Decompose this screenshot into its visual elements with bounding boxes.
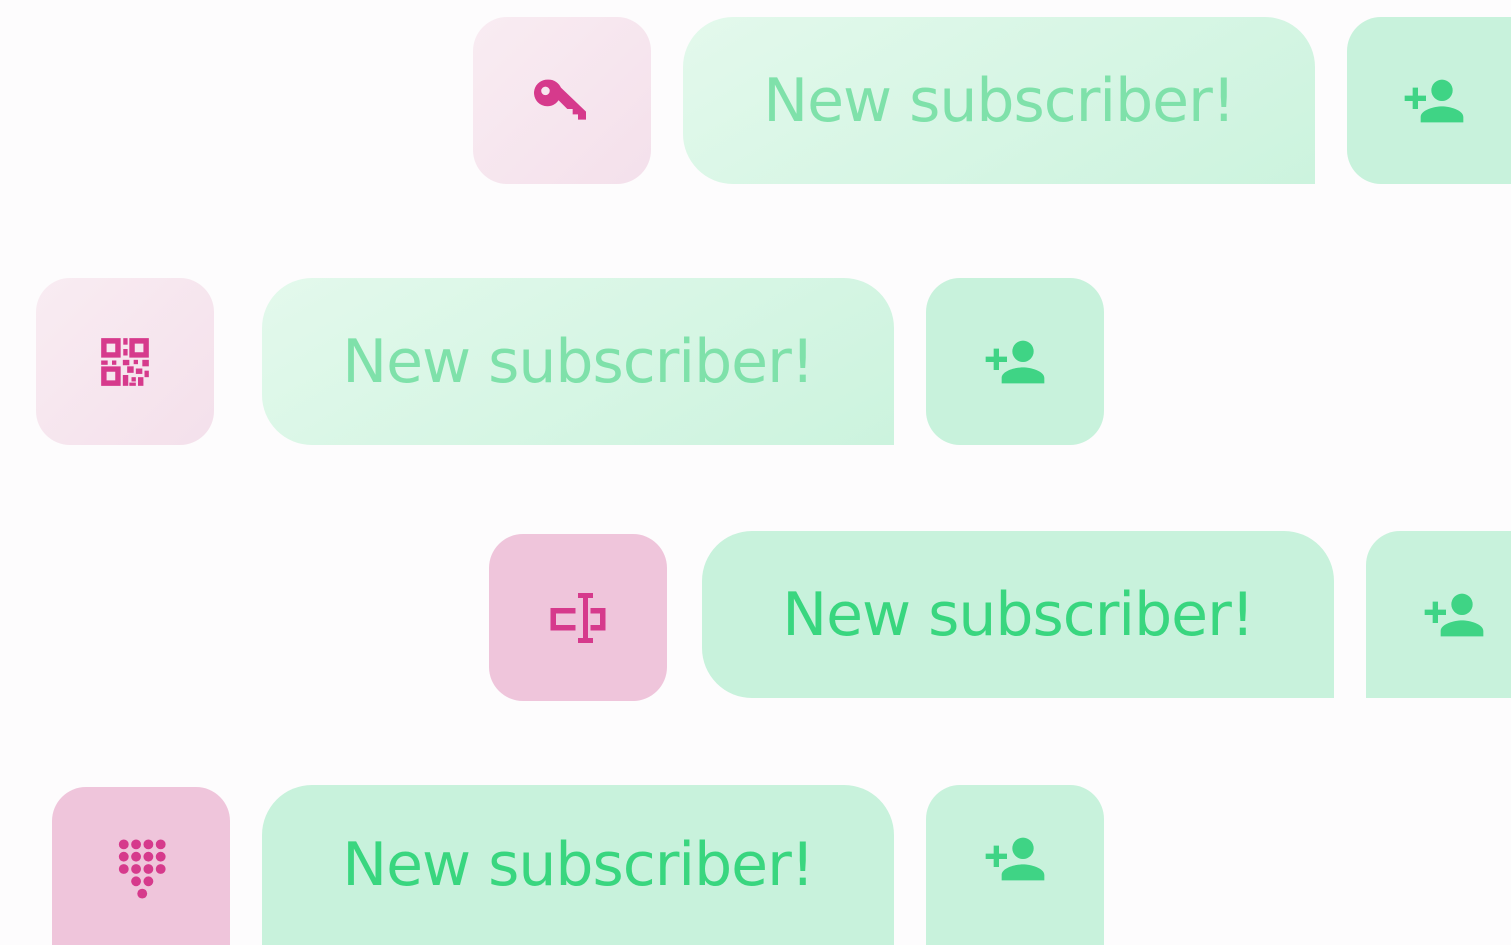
notification-pill[interactable]: New subscriber! [702, 531, 1334, 698]
person-add-icon [1424, 593, 1483, 636]
person-add-icon [1404, 79, 1464, 122]
add-subscriber-button[interactable] [1347, 17, 1511, 184]
qr-code-icon [101, 337, 149, 386]
text-cursor-box-icon [550, 592, 606, 643]
dialpad-tile[interactable] [52, 787, 230, 945]
dialpad-icon [118, 839, 166, 899]
add-subscriber-button[interactable] [926, 278, 1104, 445]
notification-text: New subscriber! [763, 65, 1236, 136]
notification-pill[interactable]: New subscriber! [683, 17, 1315, 184]
text-cursor-tile[interactable] [489, 534, 667, 701]
key-icon [534, 79, 586, 120]
add-subscriber-button[interactable] [926, 785, 1104, 945]
add-subscriber-button[interactable] [1366, 531, 1511, 698]
key-tile[interactable] [473, 17, 651, 184]
person-add-icon [985, 837, 1045, 881]
qr-code-tile[interactable] [36, 278, 214, 445]
notification-pill[interactable]: New subscriber! [262, 278, 894, 445]
notification-text: New subscriber! [342, 830, 815, 900]
notification-pill[interactable]: New subscriber! [262, 785, 894, 945]
notification-text: New subscriber! [342, 326, 815, 397]
notification-text: New subscriber! [782, 579, 1255, 650]
person-add-icon [985, 340, 1045, 383]
